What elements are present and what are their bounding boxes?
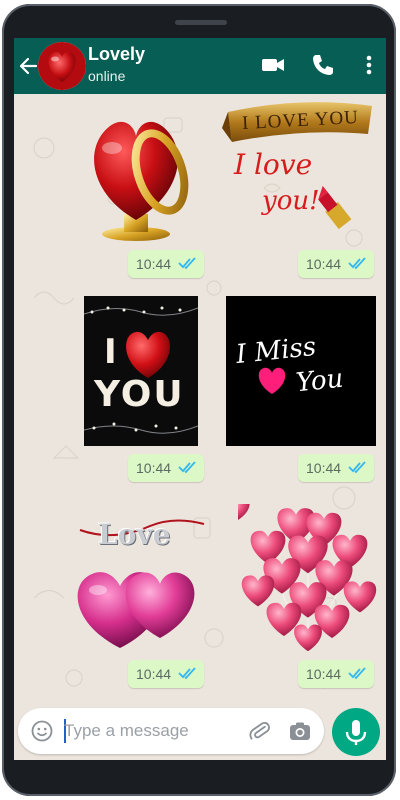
message-time: 10:44 — [136, 666, 172, 682]
sticker-text-script-1: I love — [234, 148, 313, 181]
read-receipt-icon — [348, 667, 366, 680]
chat-screen: Lovely online 10:44 I LOVE YOU I love yo… — [14, 38, 386, 760]
sticker-heart-balloons[interactable] — [226, 497, 380, 654]
message-input-placeholder[interactable]: Type a message — [64, 721, 189, 741]
attach-icon[interactable] — [248, 719, 272, 743]
message-time-bubble: 10:44 — [298, 660, 374, 688]
message-time: 10:44 — [136, 460, 172, 476]
mic-button[interactable] — [332, 708, 380, 756]
sticker-text-love: Love — [98, 518, 171, 551]
message-time-bubble: 10:44 — [298, 454, 374, 482]
message-time-bubble: 10:44 — [128, 454, 204, 482]
message-time-bubble: 10:44 — [298, 250, 374, 278]
message-time-bubble: 10:44 — [128, 660, 204, 688]
back-arrow-icon[interactable] — [18, 52, 40, 78]
read-receipt-icon — [178, 667, 196, 680]
read-receipt-icon — [178, 461, 196, 474]
sticker-i-miss-you[interactable]: I Miss You — [226, 296, 376, 446]
message-time: 10:44 — [306, 666, 342, 682]
sticker-i-love-you-lipstick[interactable]: I LOVE YOU I love you! — [222, 98, 378, 238]
message-time: 10:44 — [306, 460, 342, 476]
contact-avatar[interactable] — [38, 42, 86, 90]
chat-header: Lovely online — [14, 38, 386, 94]
sticker-love-two-hearts[interactable]: Love — [54, 512, 210, 652]
read-receipt-icon — [178, 257, 196, 270]
emoji-icon[interactable] — [30, 719, 54, 743]
mic-icon — [345, 720, 367, 745]
read-receipt-icon — [348, 257, 366, 270]
sticker-i-love-you-pearls[interactable]: I YOU — [84, 296, 198, 446]
message-composer[interactable]: Type a message — [18, 708, 324, 754]
sticker-text-i: I — [104, 332, 119, 372]
phone-speaker — [175, 20, 227, 25]
read-receipt-icon — [348, 461, 366, 474]
message-time-bubble: 10:44 — [128, 250, 204, 278]
video-call-icon[interactable] — [260, 52, 286, 78]
sticker-text-script-2: you! — [262, 186, 320, 216]
more-options-icon[interactable] — [356, 52, 382, 78]
contact-status: online — [88, 68, 126, 84]
message-time: 10:44 — [136, 256, 172, 272]
contact-name[interactable]: Lovely — [88, 44, 145, 65]
camera-icon[interactable] — [288, 719, 312, 743]
voice-call-icon[interactable] — [310, 52, 336, 78]
phone-mockup: Lovely online 10:44 I LOVE YOU I love yo… — [0, 0, 400, 800]
message-time: 10:44 — [306, 256, 342, 272]
sticker-text-you: YOU — [94, 374, 185, 415]
sticker-red-heart-ring[interactable] — [76, 114, 196, 244]
